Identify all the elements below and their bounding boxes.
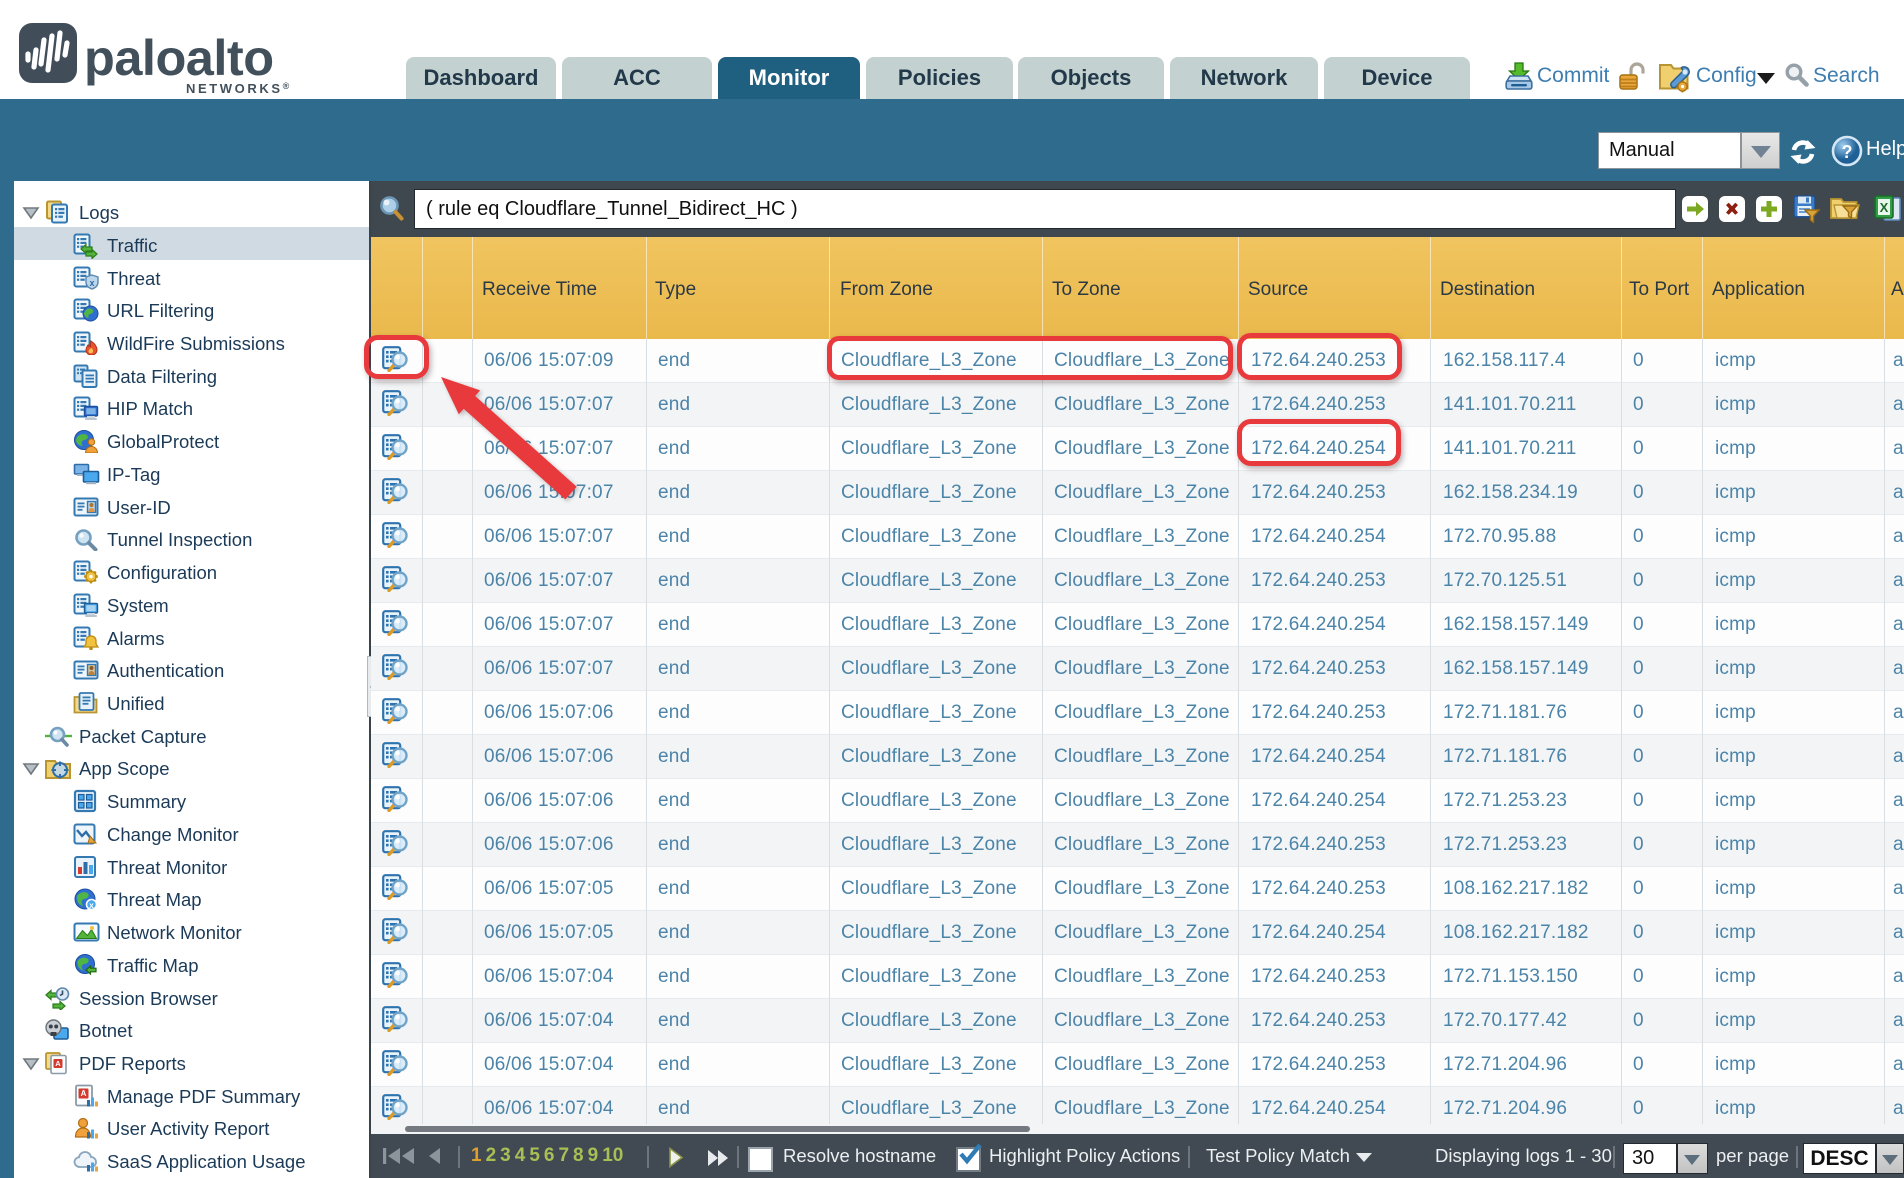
svg-text:x: x <box>89 900 94 910</box>
svg-text:x: x <box>89 278 94 288</box>
svg-text:X: X <box>1880 200 1889 215</box>
svg-text:A: A <box>55 1059 61 1068</box>
svg-text:?: ? <box>1842 142 1853 162</box>
svg-text:A: A <box>81 1089 87 1098</box>
